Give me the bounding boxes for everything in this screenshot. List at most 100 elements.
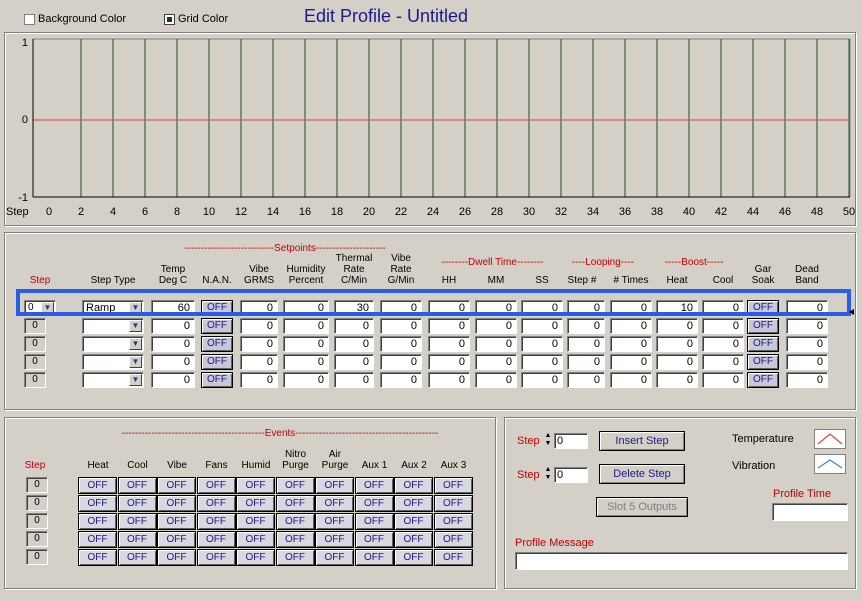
- step-spinner-1[interactable]: ▲ ▼: [543, 432, 553, 450]
- step-type-select[interactable]: ▼: [82, 372, 144, 388]
- temp-field[interactable]: 0: [151, 372, 195, 388]
- profile-message-field[interactable]: [515, 552, 848, 570]
- dead-field[interactable]: 0: [786, 318, 828, 334]
- cool-field[interactable]: 0: [702, 318, 744, 334]
- event-toggle[interactable]: OFF: [236, 513, 275, 530]
- event-toggle[interactable]: OFF: [196, 477, 236, 494]
- times-field[interactable]: 0: [610, 318, 652, 334]
- chevron-down-icon[interactable]: ▼: [129, 338, 142, 350]
- event-toggle[interactable]: OFF: [433, 549, 473, 566]
- thermal-field[interactable]: 0: [334, 372, 374, 388]
- step-spinner-2[interactable]: ▲ ▼: [543, 466, 553, 484]
- event-toggle[interactable]: OFF: [157, 513, 196, 530]
- event-toggle[interactable]: OFF: [354, 549, 394, 566]
- event-toggle[interactable]: OFF: [117, 531, 157, 548]
- dead-field[interactable]: 0: [786, 336, 828, 352]
- event-toggle[interactable]: OFF: [157, 477, 196, 494]
- thermal-field[interactable]: 0: [334, 354, 374, 370]
- event-toggle[interactable]: OFF: [394, 495, 433, 512]
- stepnum-field[interactable]: 0: [567, 372, 605, 388]
- event-toggle[interactable]: OFF: [433, 477, 473, 494]
- mm-field[interactable]: 0: [475, 354, 517, 370]
- event-toggle[interactable]: OFF: [394, 513, 433, 530]
- event-toggle[interactable]: OFF: [354, 531, 394, 548]
- gar-soak-toggle[interactable]: OFF: [747, 354, 779, 370]
- vibe-field[interactable]: 0: [240, 318, 278, 334]
- delete-step-button[interactable]: Delete Step: [599, 464, 685, 484]
- mm-field[interactable]: 0: [475, 336, 517, 352]
- hum-field[interactable]: 0: [283, 336, 329, 352]
- thermal-field[interactable]: 0: [334, 336, 374, 352]
- heat-field[interactable]: 0: [656, 354, 698, 370]
- event-toggle[interactable]: OFF: [157, 531, 196, 548]
- ss-field[interactable]: 0: [521, 372, 563, 388]
- event-toggle[interactable]: OFF: [78, 513, 117, 530]
- event-toggle[interactable]: OFF: [315, 549, 354, 566]
- event-toggle[interactable]: OFF: [157, 495, 196, 512]
- cool-field[interactable]: 0: [702, 336, 744, 352]
- event-toggle[interactable]: OFF: [394, 549, 433, 566]
- hum-field[interactable]: 0: [283, 354, 329, 370]
- heat-field[interactable]: 0: [656, 372, 698, 388]
- event-toggle[interactable]: OFF: [394, 531, 433, 548]
- dead-field[interactable]: 0: [786, 372, 828, 388]
- event-toggle[interactable]: OFF: [78, 477, 117, 494]
- profile-time-field[interactable]: [772, 503, 848, 521]
- mm-field[interactable]: 0: [475, 318, 517, 334]
- event-toggle[interactable]: OFF: [236, 495, 275, 512]
- event-toggle[interactable]: OFF: [236, 531, 275, 548]
- event-toggle[interactable]: OFF: [354, 495, 394, 512]
- chevron-down-icon[interactable]: ▼: [129, 320, 142, 332]
- gar-soak-toggle[interactable]: OFF: [747, 372, 779, 388]
- event-toggle[interactable]: OFF: [117, 495, 157, 512]
- heat-field[interactable]: 0: [656, 318, 698, 334]
- step-input-1[interactable]: 0: [554, 433, 588, 449]
- viberate-field[interactable]: 0: [380, 336, 422, 352]
- event-toggle[interactable]: OFF: [315, 513, 354, 530]
- mm-field[interactable]: 0: [475, 372, 517, 388]
- event-toggle[interactable]: OFF: [78, 495, 117, 512]
- temp-field[interactable]: 0: [151, 354, 195, 370]
- stepnum-field[interactable]: 0: [567, 336, 605, 352]
- event-toggle[interactable]: OFF: [394, 477, 433, 494]
- event-toggle[interactable]: OFF: [117, 477, 157, 494]
- times-field[interactable]: 0: [610, 354, 652, 370]
- event-toggle[interactable]: OFF: [315, 477, 354, 494]
- event-toggle[interactable]: OFF: [275, 531, 315, 548]
- cool-field[interactable]: 0: [702, 372, 744, 388]
- event-toggle[interactable]: OFF: [196, 495, 236, 512]
- stepnum-field[interactable]: 0: [567, 354, 605, 370]
- chevron-down-icon[interactable]: ▼: [129, 374, 142, 386]
- event-toggle[interactable]: OFF: [433, 495, 473, 512]
- event-toggle[interactable]: OFF: [275, 513, 315, 530]
- event-toggle[interactable]: OFF: [236, 549, 275, 566]
- viberate-field[interactable]: 0: [380, 354, 422, 370]
- vibe-field[interactable]: 0: [240, 336, 278, 352]
- step-type-select[interactable]: ▼: [82, 318, 144, 334]
- nan-toggle[interactable]: OFF: [201, 372, 233, 388]
- nan-toggle[interactable]: OFF: [201, 336, 233, 352]
- step-type-select[interactable]: ▼: [82, 336, 144, 352]
- slot5-outputs-button[interactable]: Slot 5 Outputs: [596, 497, 688, 517]
- heat-field[interactable]: 0: [656, 336, 698, 352]
- event-toggle[interactable]: OFF: [78, 549, 117, 566]
- event-toggle[interactable]: OFF: [117, 513, 157, 530]
- event-toggle[interactable]: OFF: [117, 549, 157, 566]
- ss-field[interactable]: 0: [521, 318, 563, 334]
- event-toggle[interactable]: OFF: [196, 531, 236, 548]
- event-toggle[interactable]: OFF: [275, 549, 315, 566]
- dead-field[interactable]: 0: [786, 354, 828, 370]
- event-toggle[interactable]: OFF: [433, 513, 473, 530]
- hh-field[interactable]: 0: [428, 354, 470, 370]
- viberate-field[interactable]: 0: [380, 318, 422, 334]
- event-toggle[interactable]: OFF: [236, 477, 275, 494]
- event-toggle[interactable]: OFF: [275, 495, 315, 512]
- hh-field[interactable]: 0: [428, 372, 470, 388]
- vibe-field[interactable]: 0: [240, 372, 278, 388]
- event-toggle[interactable]: OFF: [433, 531, 473, 548]
- nan-toggle[interactable]: OFF: [201, 318, 233, 334]
- event-toggle[interactable]: OFF: [196, 549, 236, 566]
- times-field[interactable]: 0: [610, 336, 652, 352]
- event-toggle[interactable]: OFF: [275, 477, 315, 494]
- event-toggle[interactable]: OFF: [354, 513, 394, 530]
